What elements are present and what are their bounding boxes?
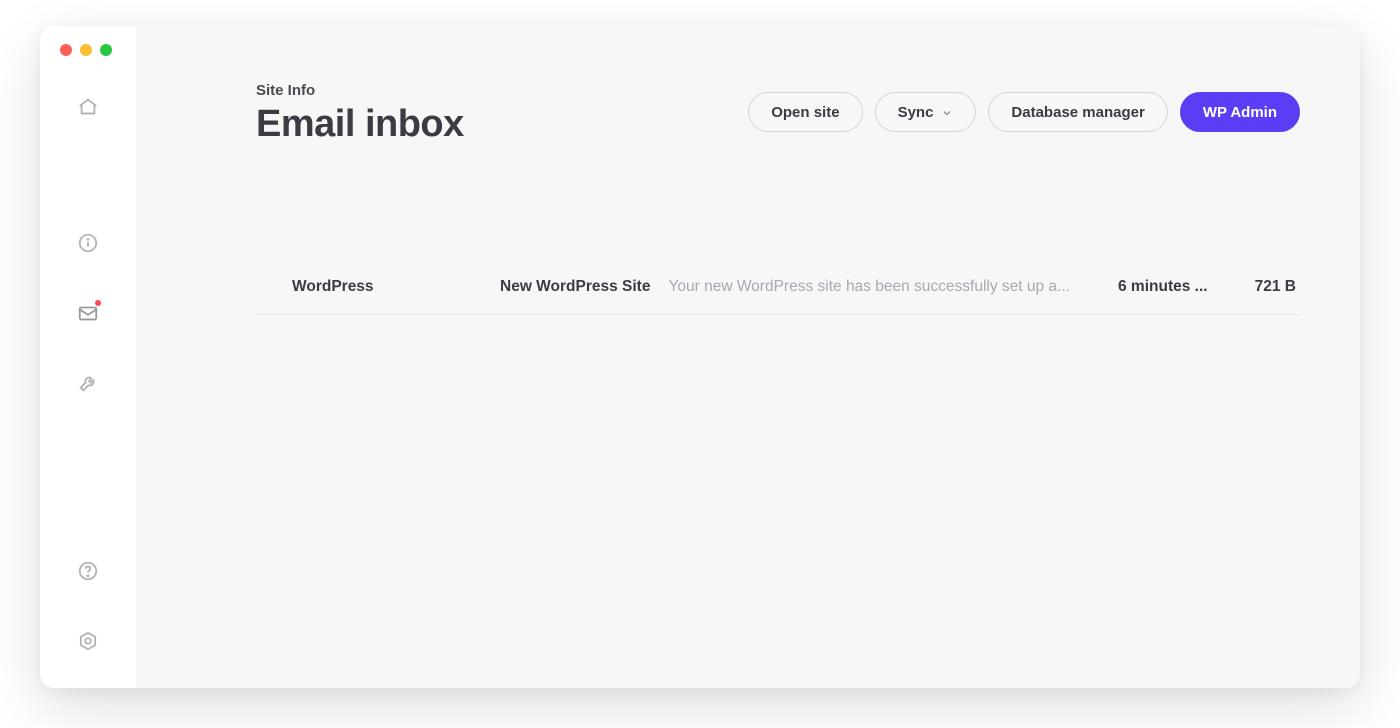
mail-icon[interactable] (77, 302, 99, 324)
titles: Site Info Email inbox (256, 82, 464, 146)
notification-dot-icon (94, 299, 102, 307)
app-window: Site Info Email inbox Open site Sync Dat… (40, 26, 1360, 688)
page-title: Email inbox (256, 103, 464, 146)
home-icon[interactable] (77, 96, 99, 118)
close-window-button[interactable] (60, 44, 72, 56)
wp-admin-button[interactable]: WP Admin (1180, 92, 1300, 132)
email-size: 721 B (1236, 278, 1296, 296)
wp-admin-label: WP Admin (1203, 104, 1277, 121)
database-manager-label: Database manager (1011, 104, 1144, 121)
email-time: 6 minutes ... (1118, 278, 1218, 296)
sync-button[interactable]: Sync (875, 92, 977, 132)
maximize-window-button[interactable] (100, 44, 112, 56)
email-sender: WordPress (292, 278, 482, 296)
sidebar (40, 26, 136, 688)
sidebar-nav-top (40, 96, 136, 394)
open-site-label: Open site (771, 104, 839, 121)
page-header: Site Info Email inbox Open site Sync Dat… (256, 82, 1300, 146)
chevron-down-icon (941, 106, 953, 118)
email-row[interactable]: WordPress New WordPress Site Your new Wo… (256, 264, 1300, 315)
sync-label: Sync (898, 104, 934, 121)
email-list: WordPress New WordPress Site Your new Wo… (256, 264, 1300, 315)
tools-icon[interactable] (77, 372, 99, 394)
window-controls (60, 44, 112, 56)
open-site-button[interactable]: Open site (748, 92, 862, 132)
header-actions: Open site Sync Database manager WP Admin (748, 92, 1300, 132)
info-icon[interactable] (77, 232, 99, 254)
email-subject: New WordPress Site (500, 278, 650, 296)
main-content: Site Info Email inbox Open site Sync Dat… (136, 26, 1360, 688)
minimize-window-button[interactable] (80, 44, 92, 56)
help-icon[interactable] (77, 560, 99, 582)
database-manager-button[interactable]: Database manager (988, 92, 1167, 132)
breadcrumb: Site Info (256, 82, 464, 99)
settings-icon[interactable] (77, 630, 99, 652)
sidebar-nav-bottom (77, 560, 99, 672)
email-preview: Your new WordPress site has been success… (668, 278, 1100, 296)
